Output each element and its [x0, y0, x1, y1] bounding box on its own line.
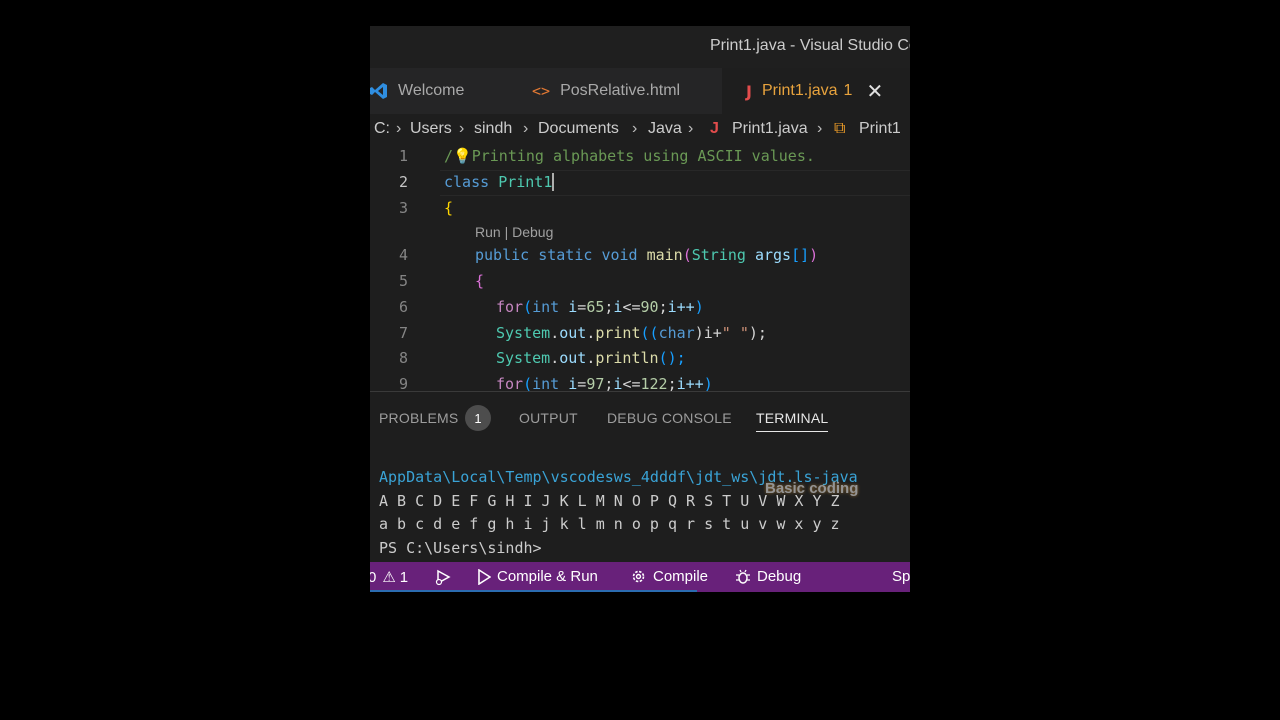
bottom-panel: PROBLEMS 1 OUTPUT DEBUG CONSOLE TERMINAL…	[370, 391, 910, 564]
chevron-right-icon: ›	[459, 120, 465, 137]
tab-debug-console[interactable]: DEBUG CONSOLE	[607, 410, 732, 426]
chevron-right-icon: ›	[817, 120, 823, 137]
close-icon[interactable]: ✕	[866, 79, 883, 104]
gear-icon	[632, 570, 645, 583]
terminal-line: a b c d e f g h i j k l m n o p q r s t …	[379, 515, 840, 533]
tab-print1-java[interactable]: J Print1.java 1 ✕	[722, 68, 910, 114]
java-icon: J	[710, 120, 719, 137]
line-number: 3	[398, 199, 408, 217]
tab-label: Print1.java	[761, 82, 838, 99]
java-icon: J	[746, 81, 752, 101]
tab-welcome[interactable]: Welcome	[370, 68, 512, 114]
breadcrumb-item-drive[interactable]: C:	[374, 120, 390, 138]
editor-tab-bar: Welcome <> PosRelative.html J Print1.jav…	[370, 68, 910, 114]
warning-icon: ⚠	[382, 569, 396, 586]
run-debug-icon[interactable]	[434, 568, 458, 586]
tab-terminal[interactable]: TERMINAL	[756, 410, 829, 432]
terminal-prompt[interactable]: PS C:\Users\sindh>	[379, 539, 542, 557]
problems-count-badge: 1	[465, 405, 491, 431]
lightbulb-icon[interactable]: 💡	[453, 147, 472, 165]
html-code-icon: <>	[532, 82, 551, 100]
status-right-item[interactable]: Sp	[892, 568, 910, 585]
class-symbol-icon: ⧉	[834, 120, 846, 137]
warning-count: 1	[399, 568, 409, 586]
chevron-right-icon: ›	[688, 120, 694, 137]
code-editor[interactable]: 1 2 3 4 5 6 7 8 9 /💡Printing alphabets u…	[370, 144, 910, 391]
line-number: 8	[398, 349, 408, 367]
breadcrumb-item-file[interactable]: Print1.java	[732, 120, 808, 138]
breadcrumb: C: › Users › sindh › Documents › Java › …	[370, 116, 910, 144]
breadcrumb-item-users[interactable]: Users	[410, 120, 452, 138]
error-count: 0	[370, 568, 377, 586]
status-problems[interactable]: 0 ⚠ 1	[370, 568, 409, 587]
tab-label: PosRelative.html	[560, 82, 681, 99]
tab-output[interactable]: OUTPUT	[519, 410, 578, 426]
code-line-6: for(int i=65;i<=90;i++)	[496, 298, 704, 316]
code-line-1: /💡Printing alphabets using ASCII values.	[444, 147, 815, 165]
line-number: 9	[398, 375, 408, 391]
tab-problem-count: 1	[843, 82, 853, 99]
chevron-right-icon: ›	[396, 120, 402, 137]
vscode-window: Print1.java - Visual Studio Co Welcome <…	[370, 26, 910, 592]
tab-problems[interactable]: PROBLEMS	[379, 410, 458, 426]
play-icon	[478, 568, 491, 585]
code-line-4: public static void main(String args[])	[475, 246, 819, 264]
breadcrumb-item-class[interactable]: Print1	[859, 120, 901, 138]
tab-posrelative-html[interactable]: <> PosRelative.html	[532, 68, 722, 114]
line-number: 1	[398, 147, 408, 165]
code-line-2: class Print1	[444, 173, 555, 191]
compile-run-button[interactable]: Compile & Run	[477, 568, 598, 585]
codelens-run-debug[interactable]: Run | Debug	[475, 224, 553, 240]
line-number: 7	[398, 324, 408, 342]
window-title: Print1.java - Visual Studio Co	[710, 37, 910, 54]
line-number: 2	[398, 173, 408, 191]
compile-button[interactable]: Compile	[630, 568, 708, 585]
code-line-3: {	[444, 199, 454, 217]
vscode-logo-icon	[370, 82, 388, 100]
line-number: 5	[398, 272, 408, 290]
breadcrumb-item-sindh[interactable]: sindh	[474, 120, 512, 138]
debug-button[interactable]: Debug	[735, 568, 801, 585]
code-line-8: System.out.println();	[496, 349, 686, 367]
bug-icon	[736, 569, 750, 584]
breadcrumb-item-documents[interactable]: Documents	[538, 120, 619, 138]
progress-bar	[370, 590, 697, 592]
code-line-5: {	[475, 272, 485, 290]
code-line-9: for(int i=97;i<=122;i++)	[496, 375, 713, 391]
status-bar: 0 ⚠ 1 Compile & Run Compile Debug Sp	[370, 562, 910, 592]
line-number: 6	[398, 298, 408, 316]
watermark: Basic coding	[765, 480, 859, 497]
breadcrumb-item-java[interactable]: Java	[648, 120, 682, 138]
line-number: 4	[398, 246, 408, 264]
code-line-7: System.out.print((char)i+" ");	[496, 324, 767, 342]
tab-label: Welcome	[398, 82, 465, 99]
chevron-right-icon: ›	[523, 120, 529, 137]
chevron-right-icon: ›	[632, 120, 638, 137]
title-bar: Print1.java - Visual Studio Co	[370, 26, 910, 68]
